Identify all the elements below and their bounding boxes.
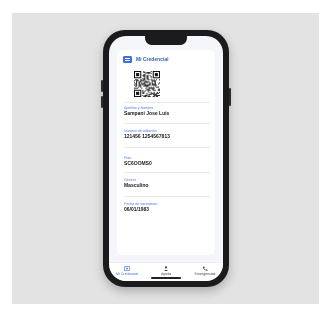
field-birth-date: Fecha de nacimiento 06/01/1983 xyxy=(124,202,210,213)
tab-label: Mi Credencial xyxy=(116,272,138,276)
field-label: Apellido y Nombre xyxy=(124,106,154,110)
qr-code[interactable] xyxy=(134,71,160,97)
phone-screen: Mi Credencial Apellido y Nombre Sampani … xyxy=(109,36,223,281)
credential-card: Mi Credencial Apellido y Nombre Sampani … xyxy=(117,50,215,255)
help-icon xyxy=(164,266,168,271)
tab-credential[interactable]: Mi Credencial xyxy=(113,266,141,276)
divider xyxy=(124,102,210,103)
phone-icon xyxy=(203,266,208,271)
field-plan: Plan SC6OOMS0 xyxy=(124,156,210,167)
divider xyxy=(124,147,210,148)
field-label: Plan xyxy=(124,156,132,160)
field-gender: Género Masculino xyxy=(124,178,210,189)
tab-label: Emergencias xyxy=(194,272,216,276)
field-value: 121456 1254567813 xyxy=(124,134,170,140)
card-title: Mi Credencial xyxy=(136,56,169,63)
home-indicator xyxy=(151,277,181,279)
phone-mockup: Mi Credencial Apellido y Nombre Sampani … xyxy=(101,30,231,287)
tab-help[interactable]: Ayuda xyxy=(152,266,180,276)
divider xyxy=(124,196,210,197)
id-card-icon xyxy=(123,56,132,63)
id-card-icon xyxy=(124,266,130,271)
field-affiliate-number: Número de afiliación 121456 1254567813 xyxy=(124,129,210,140)
divider xyxy=(124,172,210,173)
field-value: Sampani Jose Luis xyxy=(124,111,170,117)
tab-emergencies[interactable]: Emergencias xyxy=(191,266,219,276)
volume-down-button xyxy=(101,96,103,108)
field-label: Género xyxy=(124,178,136,182)
field-value: 06/01/1983 xyxy=(124,207,150,213)
notch xyxy=(145,36,187,45)
tab-label: Ayuda xyxy=(160,272,172,276)
field-name: Apellido y Nombre Sampani Jose Luis xyxy=(124,106,210,117)
field-value: Masculino xyxy=(124,183,149,189)
field-value: SC6OOMS0 xyxy=(124,161,152,167)
field-label: Número de afiliación xyxy=(124,129,157,133)
divider xyxy=(124,123,210,124)
power-button xyxy=(229,88,231,106)
volume-up-button xyxy=(101,80,103,92)
card-header: Mi Credencial xyxy=(123,56,169,63)
field-label: Fecha de nacimiento xyxy=(124,202,158,206)
